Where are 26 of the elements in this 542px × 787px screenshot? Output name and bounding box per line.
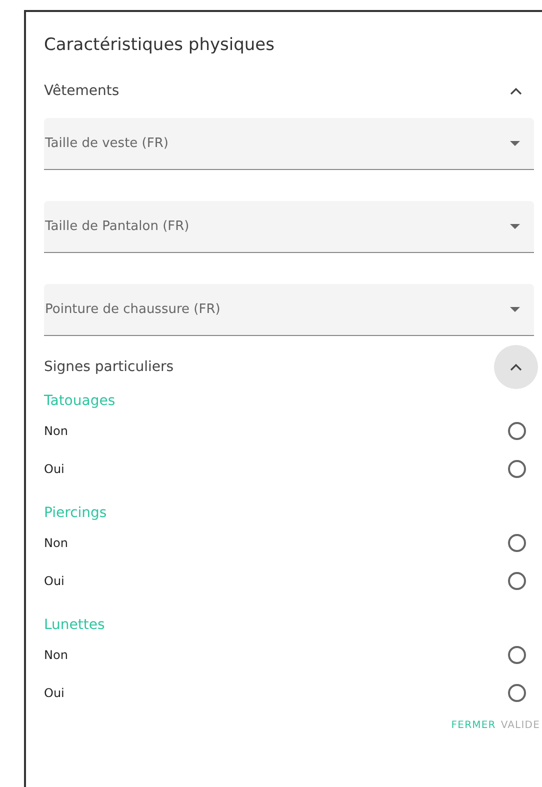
option-label: Oui bbox=[44, 462, 64, 476]
option-label: Oui bbox=[44, 574, 64, 588]
select-field[interactable]: Pointure de chaussure (FR) bbox=[44, 284, 534, 336]
caret-icon bbox=[510, 307, 520, 312]
select-field[interactable]: Taille de veste (FR) bbox=[44, 118, 534, 170]
group-label: Tatouages bbox=[44, 392, 116, 411]
radio-button[interactable] bbox=[508, 646, 526, 664]
chevron-icon bbox=[510, 87, 522, 95]
radio-button[interactable] bbox=[508, 572, 526, 590]
caret-icon bbox=[510, 224, 520, 229]
radio-button[interactable] bbox=[508, 422, 526, 440]
group-label: Lunettes bbox=[44, 616, 106, 635]
option-label: Non bbox=[44, 536, 68, 550]
radio-button[interactable] bbox=[508, 534, 526, 552]
radio-button[interactable] bbox=[508, 460, 526, 478]
option-label: Non bbox=[44, 424, 68, 438]
group-label: Piercings bbox=[44, 504, 108, 523]
dialog-title: Caractéristiques physiques bbox=[44, 34, 276, 57]
chevron-icon bbox=[510, 363, 522, 371]
option-label: Non bbox=[44, 648, 68, 662]
section-title: Vêtements bbox=[44, 83, 120, 99]
select-field[interactable]: Taille de Pantalon (FR) bbox=[44, 201, 534, 253]
caret-icon bbox=[510, 141, 520, 146]
radio-button[interactable] bbox=[508, 684, 526, 702]
option-label: Oui bbox=[44, 686, 64, 700]
section-title: Signes particuliers bbox=[44, 359, 174, 375]
